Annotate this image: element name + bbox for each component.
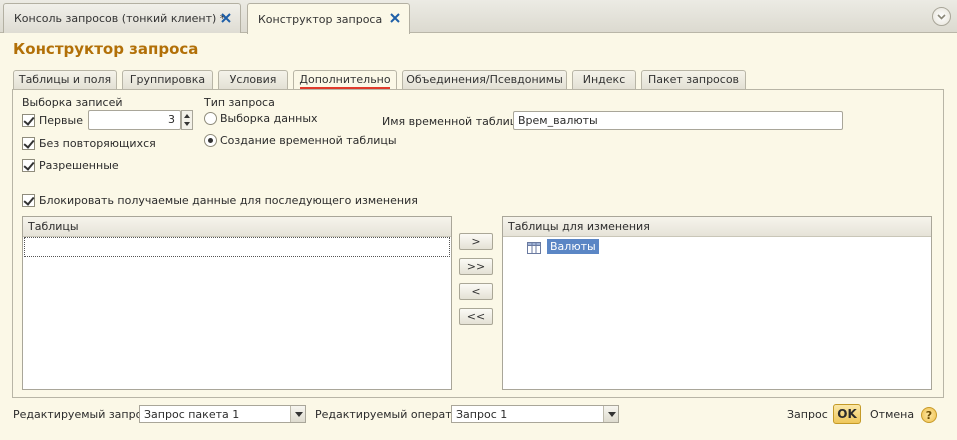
edit-operator-label: Редактируемый оператор: — [315, 408, 470, 421]
first-count-stepper[interactable] — [181, 110, 193, 130]
tables-list-header: Таблицы — [23, 217, 451, 237]
table-row-label: Валюты — [547, 239, 599, 254]
window-tab-label: Консоль запросов (тонкий клиент) * — [14, 12, 226, 25]
move-all-right-button[interactable]: >> — [459, 258, 493, 275]
tables-list-focused-row[interactable] — [24, 237, 450, 257]
tab-label: Таблицы и поля — [18, 73, 112, 86]
change-tables-list[interactable]: Таблицы для изменения Валюты — [502, 216, 932, 390]
close-icon[interactable] — [388, 11, 402, 25]
help-icon[interactable]: ? — [921, 407, 937, 423]
temp-table-name-value: Врем_валюты — [518, 114, 598, 127]
radio-create-temp-table-label: Создание временной таблицы — [220, 134, 397, 147]
change-tables-list-header: Таблицы для изменения — [503, 217, 931, 237]
ok-button[interactable]: OK — [833, 404, 861, 424]
tab-index[interactable]: Индекс — [572, 70, 636, 89]
tab-additional[interactable]: Дополнительно — [293, 70, 397, 90]
table-icon — [527, 242, 541, 254]
tab-tables-and-fields[interactable]: Таблицы и поля — [13, 70, 117, 89]
window-menu-button[interactable] — [932, 7, 951, 26]
allowed-label: Разрешенные — [39, 159, 119, 172]
first-checkbox[interactable] — [22, 114, 35, 127]
close-icon[interactable] — [219, 11, 233, 25]
tab-grouping[interactable]: Группировка — [122, 70, 213, 89]
temp-table-name-label: Имя временной таблицы: — [382, 115, 530, 128]
window-tab-query-builder[interactable]: Конструктор запроса — [247, 3, 410, 34]
tab-conditions[interactable]: Условия — [218, 70, 288, 89]
move-left-button[interactable]: < — [459, 283, 493, 300]
tables-list[interactable]: Таблицы — [22, 216, 452, 390]
form-title: Конструктор запроса — [13, 40, 199, 58]
move-all-left-button[interactable]: << — [459, 308, 493, 325]
tab-label: Группировка — [129, 73, 206, 86]
move-right-button[interactable]: > — [459, 233, 493, 250]
edit-query-label: Редактируемый запрос: — [13, 408, 153, 421]
radio-create-temp-table[interactable] — [204, 134, 217, 147]
window-tab-strip: Консоль запросов (тонкий клиент) * Конст… — [0, 0, 957, 34]
edit-operator-select[interactable]: Запрос 1 — [451, 405, 619, 423]
lock-data-label: Блокировать получаемые данные для послед… — [39, 194, 418, 207]
distinct-label: Без повторяющихся — [39, 137, 156, 150]
edit-operator-value: Запрос 1 — [456, 408, 508, 421]
cancel-button[interactable]: Отмена — [870, 408, 914, 421]
lock-data-checkbox[interactable] — [22, 194, 35, 207]
tab-label: Индекс — [582, 73, 626, 86]
selection-group-title: Выборка записей — [22, 96, 123, 109]
tab-label: Дополнительно — [299, 73, 391, 86]
stepper-arrows-icon — [184, 114, 190, 126]
chevron-down-icon[interactable] — [290, 406, 305, 422]
first-count-value: 3 — [168, 113, 175, 126]
tab-label: Объединения/Псевдонимы — [406, 73, 563, 86]
edit-query-value: Запрос пакета 1 — [144, 408, 240, 421]
first-label: Первые — [39, 114, 83, 127]
chevron-down-icon[interactable] — [603, 406, 618, 422]
distinct-checkbox[interactable] — [22, 137, 35, 150]
tab-label: Условия — [229, 73, 277, 86]
tab-label: Пакет запросов — [647, 73, 740, 86]
tab-query-batch[interactable]: Пакет запросов — [641, 70, 746, 89]
temp-table-name-input[interactable]: Врем_валюты — [513, 111, 843, 130]
radio-select-data[interactable] — [204, 112, 217, 125]
radio-select-data-label: Выборка данных — [220, 112, 318, 125]
window-tab-label: Конструктор запроса — [258, 12, 383, 26]
query-type-title: Тип запроса — [204, 96, 275, 109]
query-link[interactable]: Запрос — [787, 408, 828, 421]
tab-unions-aliases[interactable]: Объединения/Псевдонимы — [402, 70, 567, 89]
chevron-down-icon — [937, 14, 946, 20]
edit-query-select[interactable]: Запрос пакета 1 — [139, 405, 306, 423]
allowed-checkbox[interactable] — [22, 159, 35, 172]
first-count-input[interactable]: 3 — [88, 110, 181, 130]
window-tab-query-console[interactable]: Консоль запросов (тонкий клиент) * — [3, 3, 241, 33]
